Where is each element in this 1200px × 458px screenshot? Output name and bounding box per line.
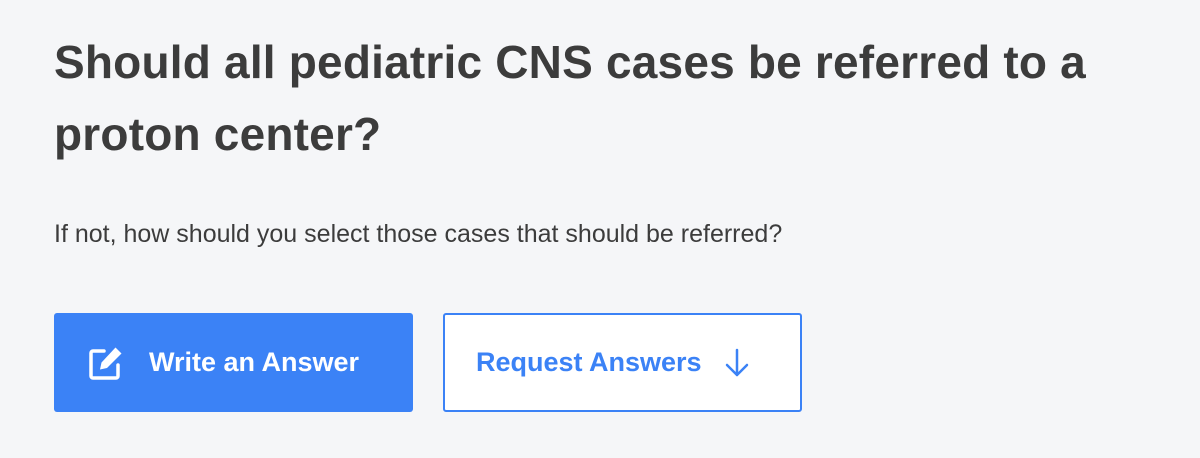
question-actions: Write an Answer Request Answers [54,313,802,412]
write-answer-label: Write an Answer [149,347,360,377]
write-answer-button[interactable]: Write an Answer [54,313,413,412]
arrow-down-icon [724,348,750,378]
question-title: Should all pediatric CNS cases be referr… [54,36,1086,160]
request-answers-label: Request Answers [476,347,702,377]
question-header: Should all pediatric CNS cases be referr… [54,26,1164,248]
request-answers-button[interactable]: Request Answers [443,313,802,412]
edit-icon [87,344,125,382]
question-subtitle: If not, how should you select those case… [54,220,783,248]
